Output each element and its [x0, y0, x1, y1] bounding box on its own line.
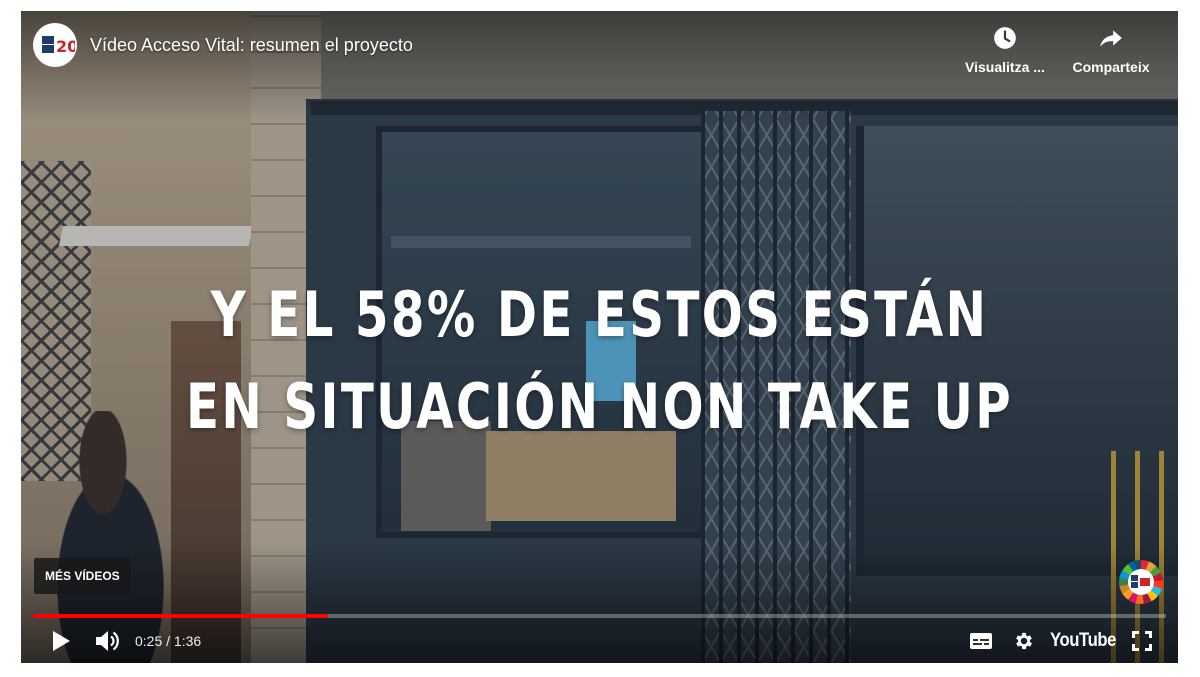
channel-logo-graphic: 20 [42, 35, 78, 56]
gear-icon [1016, 632, 1032, 650]
youtube-logo-button[interactable]: YouTube [1050, 621, 1116, 661]
clock-icon [994, 27, 1016, 49]
time-display: 0:25 / 1:36 [135, 633, 202, 649]
video-title[interactable]: Vídeo Acceso Vital: resumen el proyecto [90, 35, 413, 56]
more-videos-button[interactable]: MÉS VÍDEOS [34, 558, 131, 594]
captions-button[interactable] [963, 621, 999, 661]
captions-icon [970, 633, 992, 649]
channel-logo-mark: 20 [35, 24, 78, 67]
fullscreen-icon [1132, 631, 1152, 651]
watch-later-button[interactable]: Visualitza ... [950, 25, 1060, 75]
settings-button[interactable] [1006, 621, 1042, 661]
share-label: Comparteix [1072, 59, 1150, 75]
watch-later-label: Visualitza ... [965, 59, 1045, 75]
svg-text:20: 20 [56, 37, 75, 56]
play-button[interactable] [43, 621, 79, 661]
progress-bar[interactable] [33, 614, 1166, 618]
play-icon [53, 631, 70, 651]
share-icon [1100, 30, 1122, 47]
channel-watermark[interactable] [1119, 560, 1163, 604]
share-button[interactable]: Comparteix [1056, 25, 1166, 75]
player-controls: 0:25 / 1:36 YouTube [21, 621, 1178, 661]
caption-line-1: Y EL 58% DE ESTOS ESTÁN [210, 278, 989, 351]
channel-avatar[interactable]: 20 [33, 23, 78, 67]
volume-button[interactable] [89, 621, 125, 661]
fullscreen-button[interactable] [1124, 621, 1160, 661]
caption-line-2: EN SITUACIÓN NON TAKE UP [185, 370, 1014, 443]
video-player[interactable]: Y EL 58% DE ESTOS ESTÁN EN SITUACIÓN NON… [21, 11, 1178, 663]
video-caption: Y EL 58% DE ESTOS ESTÁN EN SITUACIÓN NON… [148, 269, 1050, 453]
volume-icon [96, 631, 119, 651]
watermark-center [1128, 569, 1154, 595]
watermark-logo-graphic [1131, 575, 1150, 588]
progress-played [33, 614, 328, 618]
